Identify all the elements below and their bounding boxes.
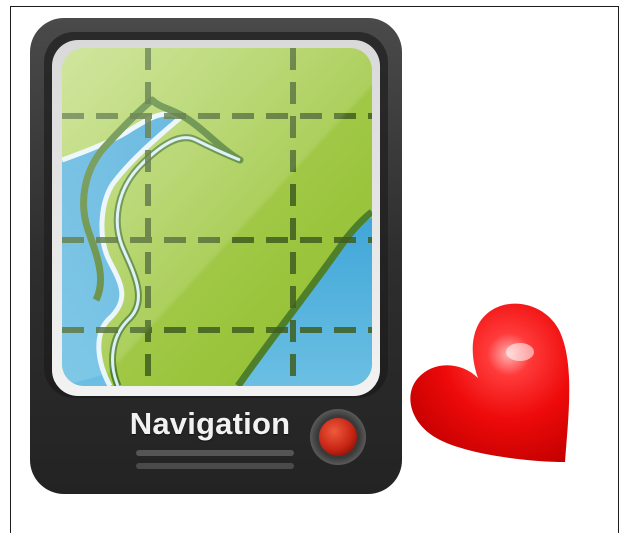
image-canvas: Navigation xyxy=(0,0,628,533)
speaker-line-2 xyxy=(136,463,294,469)
device-label: Navigation xyxy=(129,406,291,441)
map-screen xyxy=(62,48,372,386)
speaker-line-1 xyxy=(136,450,294,456)
heart-shape xyxy=(410,303,570,462)
heart-highlight xyxy=(506,343,534,361)
red-button xyxy=(319,418,357,456)
heart-icon xyxy=(410,303,570,462)
illustration xyxy=(30,18,570,494)
